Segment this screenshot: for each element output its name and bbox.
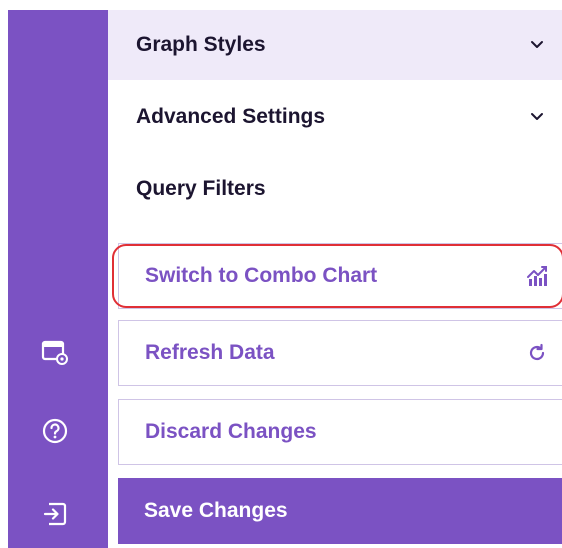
help-icon[interactable] xyxy=(38,414,72,448)
discard-changes-button[interactable]: Discard Changes xyxy=(118,399,562,465)
button-label: Refresh Data xyxy=(145,341,275,364)
refresh-data-button[interactable]: Refresh Data xyxy=(118,320,562,386)
combo-chart-icon xyxy=(526,265,548,287)
button-label: Switch to Combo Chart xyxy=(145,264,378,287)
section-label: Advanced Settings xyxy=(136,105,326,128)
save-changes-button[interactable]: Save Changes xyxy=(118,478,562,544)
button-label: Discard Changes xyxy=(145,420,317,443)
section-graph-styles[interactable]: Graph Styles xyxy=(108,10,562,80)
section-advanced-settings[interactable]: Advanced Settings xyxy=(108,82,562,152)
left-sidebar xyxy=(8,10,108,548)
exit-icon[interactable] xyxy=(38,497,72,531)
switch-to-combo-chart-button[interactable]: Switch to Combo Chart xyxy=(118,243,562,309)
dashboard-settings-icon[interactable] xyxy=(38,335,72,369)
section-query-filters[interactable]: Query Filters xyxy=(108,154,562,224)
chevron-down-icon xyxy=(531,41,543,48)
section-label: Query Filters xyxy=(136,177,266,200)
section-label: Graph Styles xyxy=(136,33,266,56)
button-label: Save Changes xyxy=(144,499,288,522)
chevron-down-icon xyxy=(531,113,543,120)
refresh-icon xyxy=(526,342,548,364)
